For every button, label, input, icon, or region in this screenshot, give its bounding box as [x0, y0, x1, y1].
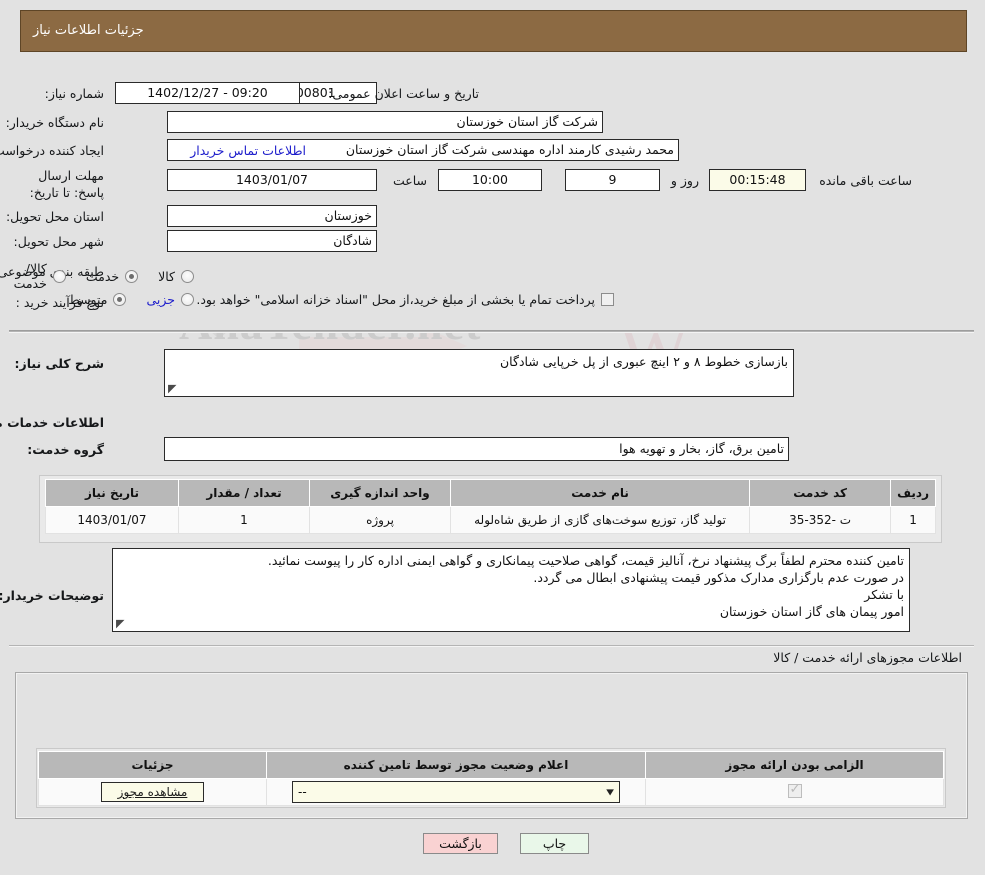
table-row: 1 ت -352-35 تولید گاز، توزیع سوخت‌های گا… — [46, 506, 937, 534]
col-required: الزامی بودن ارائه مجوز — [646, 751, 945, 779]
license-status-select[interactable]: ▼ -- — [293, 781, 621, 803]
deadline-date-value: 1403/01/07 — [168, 169, 378, 191]
radio-khedmat-label: خدمت — [86, 268, 121, 284]
col-status: اعلام وضعیت مجوز توسط تامین کننده — [267, 751, 647, 779]
divider-1 — [10, 331, 975, 333]
buyer-notes-line: تامین کننده محترم لطفاً برگ پیشنهاد نرخ،… — [268, 553, 905, 568]
need-description-resize-grip[interactable]: ◥ — [169, 382, 179, 395]
radio-kala-label: کالا — [159, 268, 176, 284]
need-description-value[interactable]: بازسازی خطوط ۸ و ۲ اینچ عبوری از پل خرپا… — [165, 349, 795, 397]
announcement-datetime-value: 09:20 - 1402/12/27 — [116, 82, 301, 104]
days-left-value: 9 — [566, 169, 661, 191]
radio-khedmat[interactable] — [126, 269, 140, 283]
delivery-city-value: شادگان — [168, 230, 378, 252]
cell-unit: پروژه — [310, 506, 452, 534]
buyer-org-label: نام دستگاه خریدار: — [6, 115, 105, 130]
col-details: جزئیات — [39, 751, 268, 779]
radio-kala-khedmat[interactable] — [53, 269, 67, 283]
chevron-down-icon: ▼ — [607, 787, 615, 797]
buyer-notes-value[interactable]: تامین کننده محترم لطفاً برگ پیشنهاد نرخ،… — [113, 548, 911, 632]
cell-row: 1 — [891, 506, 937, 534]
cell-details[interactable]: مشاهده مجوز — [39, 778, 268, 806]
need-number-label: شماره نیاز: — [45, 86, 105, 101]
delivery-city-label: شهر محل تحویل: — [14, 234, 105, 249]
treasury-payment-checkbox[interactable] — [602, 293, 615, 306]
buyer-notes-resize-grip[interactable]: ◥ — [117, 617, 127, 630]
services-table-header-row: ردیف کد خدمت نام خدمت واحد اندازه گیری ت… — [46, 479, 937, 507]
remaining-time-label: ساعت باقی مانده — [820, 173, 913, 188]
buyer-contact-link[interactable]: اطلاعات تماس خریدار — [160, 143, 307, 158]
cell-required — [646, 778, 945, 806]
license-status-value: -- — [299, 785, 308, 799]
licenses-table-header-row: الزامی بودن ارائه مجوز اعلام وضعیت مجوز … — [39, 751, 945, 779]
buyer-notes-line: امور پیمان های گاز استان خوزستان — [720, 604, 905, 619]
licenses-heading: اطلاعات مجوزهای ارائه خدمت / کالا — [774, 650, 963, 665]
radio-kala-khedmat-label: کالا/خدمت — [14, 261, 48, 291]
table-row: ▼ -- مشاهده مجوز — [39, 778, 945, 806]
services-table: ردیف کد خدمت نام خدمت واحد اندازه گیری ت… — [46, 479, 937, 534]
page-title-bar: جزئیات اطلاعات نیاز — [21, 10, 968, 52]
services-info-heading: اطلاعات خدمات مورد نیاز — [0, 415, 105, 430]
col-qty: تعداد / مقدار — [179, 479, 311, 507]
print-button[interactable]: چاپ — [521, 833, 590, 854]
col-date: تاریخ نیاز — [46, 479, 180, 507]
cell-qty: 1 — [179, 506, 311, 534]
service-group-label: گروه خدمت: — [28, 442, 105, 457]
cell-name: تولید گاز، توزیع سوخت‌های گازی از طریق ش… — [450, 506, 752, 534]
divider-2 — [10, 645, 975, 647]
col-unit: واحد اندازه گیری — [310, 479, 452, 507]
buyer-notes-line: با تشکر — [865, 587, 905, 602]
licenses-table: الزامی بودن ارائه مجوز اعلام وضعیت مجوز … — [39, 751, 945, 806]
buyer-notes-line: در صورت عدم بارگزاری مدارک مذکور قیمت پی… — [534, 570, 905, 585]
deadline-time-value: 10:00 — [439, 169, 543, 191]
col-code: کد خدمت — [750, 479, 893, 507]
buyer-notes-label: توضیحات خریدار: — [0, 588, 105, 603]
radio-jozi-label: جزیی — [147, 292, 176, 307]
countdown-value: 00:15:48 — [710, 169, 807, 191]
request-creator-label: ایجاد کننده درخواست: — [0, 143, 105, 158]
radio-kala[interactable] — [182, 269, 195, 283]
cell-code: ت -352-35 — [750, 506, 893, 534]
view-license-button[interactable]: مشاهده مجوز — [101, 782, 206, 802]
purchase-process-radio-group[interactable]: جزیی متوسط — [55, 292, 195, 307]
cell-status[interactable]: ▼ -- — [267, 778, 647, 806]
cell-date: 1403/01/07 — [46, 506, 180, 534]
treasury-payment-row[interactable]: پرداخت تمام یا بخشی از مبلغ خرید،از محل … — [187, 292, 615, 307]
buyer-org-value: شرکت گاز استان خوزستان — [168, 111, 604, 133]
treasury-payment-note: پرداخت تمام یا بخشی از مبلغ خرید،از محل … — [197, 292, 596, 307]
col-row: ردیف — [891, 479, 937, 507]
days-and-label: روز و — [671, 173, 700, 188]
need-description-label: شرح کلی نیاز: — [15, 356, 105, 371]
col-name: نام خدمت — [450, 479, 752, 507]
back-button[interactable]: بازگشت — [424, 833, 499, 854]
delivery-province-label: استان محل تحویل: — [6, 209, 105, 224]
page-title: جزئیات اطلاعات نیاز — [34, 23, 145, 38]
radio-motavaset-label: متوسط — [69, 292, 109, 307]
license-required-checkbox — [788, 782, 803, 798]
service-group-value: تامین برق، گاز، بخار و تهویه هوا — [165, 437, 790, 461]
deadline-hour-label: ساعت — [393, 173, 428, 188]
response-deadline-label: مهلت ارسال پاسخ: تا تاریخ: — [30, 168, 105, 200]
radio-motavaset[interactable] — [114, 293, 128, 306]
delivery-province-value: خوزستان — [168, 205, 378, 227]
announcement-datetime-label: تاریخ و ساعت اعلان عمومی: — [329, 86, 480, 101]
subject-category-radio-group[interactable]: کالا خدمت کالا/خدمت — [0, 261, 195, 291]
